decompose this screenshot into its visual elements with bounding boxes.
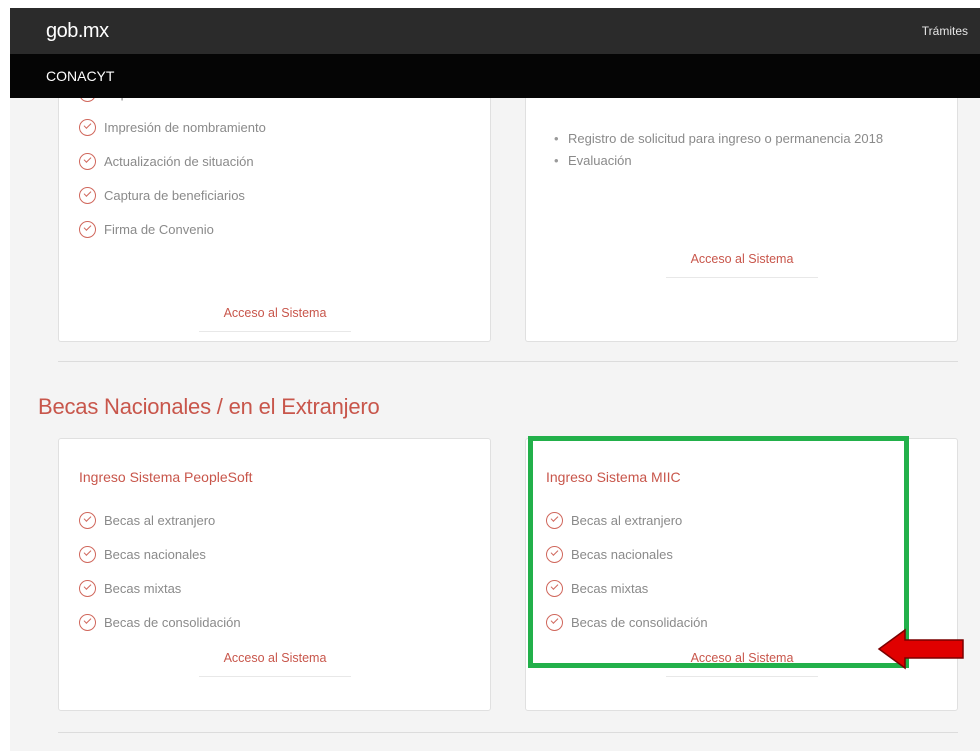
brand-logo[interactable]: gob.mx — [46, 20, 109, 43]
list-item-label: Becas nacionales — [104, 546, 206, 562]
access-system-link[interactable]: Acceso al Sistema — [666, 643, 818, 677]
check-circle-icon — [79, 152, 96, 170]
section-divider — [58, 732, 958, 733]
list-item: Becas de consolidación — [79, 605, 241, 639]
list-item: Captura de beneficiarios — [79, 178, 266, 212]
list-item: Evaluación — [554, 150, 949, 172]
list-item-label: Becas al extranjero — [571, 512, 683, 528]
list-item-label: Becas mixtas — [571, 580, 649, 596]
card-title: Ingreso Sistema MIIC — [546, 469, 681, 485]
check-circle-icon — [79, 613, 96, 631]
checklist-miic: Becas al extranjero Becas nacionales Bec… — [546, 503, 708, 639]
list-item: Becas nacionales — [79, 537, 241, 571]
list-item: Registro de solicitud para ingreso o per… — [554, 128, 949, 150]
check-circle-icon — [546, 545, 563, 563]
list-item-label: Becas nacionales — [571, 546, 673, 562]
list-item-label: Becas de consolidación — [104, 614, 241, 630]
checklist-peoplesoft: Becas al extranjero Becas nacionales Bec… — [79, 503, 241, 639]
check-circle-icon — [546, 579, 563, 597]
list-item: Becas mixtas — [79, 571, 241, 605]
list-item: Actualización de situación — [79, 144, 266, 178]
section-title: Becas Nacionales / en el Extranjero — [38, 394, 380, 419]
checklist-top-left: Captura de cuenta bancaria Impresión de … — [79, 76, 266, 246]
page: Captura de cuenta bancaria Impresión de … — [10, 8, 980, 751]
card-title: Ingreso Sistema PeopleSoft — [79, 469, 253, 485]
arrow-left-icon — [877, 628, 964, 670]
list-item-label: Captura de beneficiarios — [104, 187, 245, 203]
list-item: Becas al extranjero — [546, 503, 708, 537]
list-item: Impresión de nombramiento — [79, 110, 266, 144]
list-item-label: Firma de Convenio — [104, 221, 214, 237]
card-top-right: Registro de solicitud para ingreso o per… — [525, 68, 958, 342]
check-circle-icon — [79, 118, 96, 136]
list-item-label: Becas de consolidación — [571, 614, 708, 630]
top-navbar: gob.mx Trámites — [10, 8, 980, 54]
check-circle-icon — [79, 579, 96, 597]
list-item-label: Impresión de nombramiento — [104, 119, 266, 135]
check-circle-icon — [79, 511, 96, 529]
list-item-label: Becas mixtas — [104, 580, 182, 596]
card-top-left: Captura de cuenta bancaria Impresión de … — [58, 68, 491, 342]
check-circle-icon — [546, 511, 563, 529]
nav-link-tramites[interactable]: Trámites — [922, 24, 968, 38]
check-circle-icon — [79, 186, 96, 204]
section-divider — [58, 361, 958, 362]
list-item: Becas al extranjero — [79, 503, 241, 537]
check-circle-icon — [79, 545, 96, 563]
access-system-link[interactable]: Acceso al Sistema — [666, 244, 818, 278]
card-peoplesoft: Ingreso Sistema PeopleSoft Becas al extr… — [58, 438, 491, 711]
list-item-label: Actualización de situación — [104, 153, 254, 169]
site-subtitle[interactable]: CONACYT — [46, 68, 114, 84]
access-system-link[interactable]: Acceso al Sistema — [199, 643, 351, 677]
sub-navbar: CONACYT — [10, 54, 980, 98]
check-circle-icon — [79, 220, 96, 238]
list-item: Becas nacionales — [546, 537, 708, 571]
check-circle-icon — [546, 613, 563, 631]
list-item: Becas mixtas — [546, 571, 708, 605]
access-system-link[interactable]: Acceso al Sistema — [199, 298, 351, 332]
bullet-list-top-right: Registro de solicitud para ingreso o per… — [554, 128, 949, 172]
list-item: Firma de Convenio — [79, 212, 266, 246]
list-item-label: Becas al extranjero — [104, 512, 216, 528]
list-item: Becas de consolidación — [546, 605, 708, 639]
